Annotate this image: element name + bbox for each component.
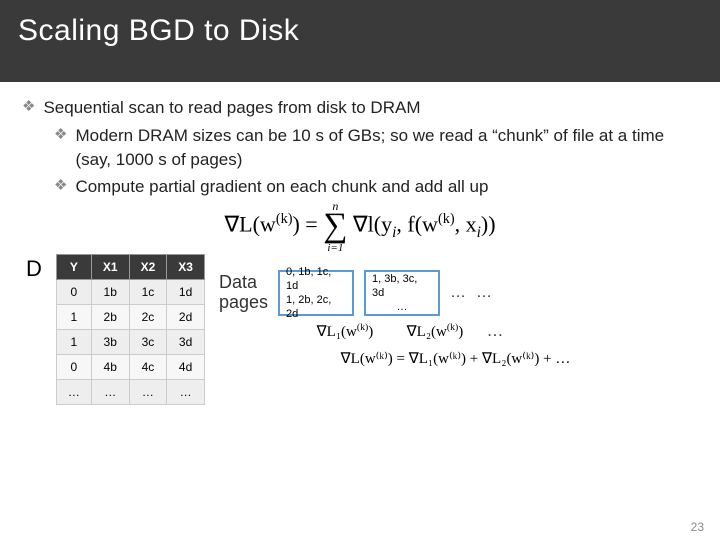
bullet-1b: ❖ Compute partial gradient on each chunk… bbox=[54, 175, 698, 199]
formula-rhs-c: , x bbox=[455, 212, 477, 237]
sum-lower: i=1 bbox=[327, 242, 343, 254]
data-pages-label: Data pages bbox=[219, 273, 268, 313]
table-body: 01b1c1d 12b2c2d 13b3c3d 04b4c4d ………… bbox=[56, 280, 204, 405]
page-box-1: 0, 1b, 1c, 1d 1, 2b, 2c, 2d bbox=[278, 270, 354, 316]
summation-icon: n ∑ i=1 bbox=[323, 211, 347, 242]
formula-lhs-sup: (k) bbox=[276, 211, 293, 227]
formula-rhs-a: ∇l(y bbox=[353, 212, 392, 237]
page2-line2: … bbox=[397, 300, 408, 314]
th-1: X1 bbox=[91, 255, 129, 280]
bullet-list: ❖ Sequential scan to read pages from dis… bbox=[22, 96, 698, 199]
th-0: Y bbox=[56, 255, 91, 280]
bullet-marker-icon: ❖ bbox=[54, 175, 67, 199]
lower-area: D Y X1 X2 X3 01b1c1d 12b2c2d 13b3c3d 04b… bbox=[22, 254, 698, 405]
ellipsis-3: … bbox=[487, 323, 503, 341]
grad-term-2: ∇L₂(w(k)) bbox=[397, 322, 473, 341]
main-formula: ∇L(w(k)) = n ∑ i=1 ∇l(yi, f(w(k), xi)) bbox=[22, 211, 698, 242]
grad-term-1: ∇L₁(w(k)) bbox=[307, 322, 383, 341]
bullet-1b-text: Compute partial gradient on each chunk a… bbox=[75, 175, 488, 199]
slide-title: Scaling BGD to Disk bbox=[18, 14, 702, 48]
bullet-1: ❖ Sequential scan to read pages from dis… bbox=[22, 96, 698, 120]
bullet-marker-icon: ❖ bbox=[22, 96, 35, 120]
table-row: 12b2c2d bbox=[56, 305, 204, 330]
bullet-1-text: Sequential scan to read pages from disk … bbox=[43, 96, 420, 120]
table-row: 01b1c1d bbox=[56, 280, 204, 305]
table-row: 04b4c4d bbox=[56, 355, 204, 380]
gradient-labels: ∇L₁(w(k)) ∇L₂(w(k)) … bbox=[307, 322, 686, 341]
bullet-1a-text: Modern DRAM sizes can be 10 s of GBs; so… bbox=[75, 124, 698, 172]
data-table: Y X1 X2 X3 01b1c1d 12b2c2d 13b3c3d 04b4c… bbox=[56, 254, 205, 405]
page-number: 23 bbox=[691, 520, 704, 534]
title-bar: Scaling BGD to Disk bbox=[0, 0, 720, 82]
page-box-2: 1, 3b, 3c, 3d … bbox=[364, 270, 440, 316]
bullet-marker-icon: ❖ bbox=[54, 124, 67, 172]
ellipsis-2: … bbox=[476, 284, 492, 302]
page1-line2: 1, 2b, 2c, 2d bbox=[286, 293, 346, 322]
table-row: 13b3c3d bbox=[56, 330, 204, 355]
bullet-1a: ❖ Modern DRAM sizes can be 10 s of GBs; … bbox=[54, 124, 698, 172]
formula-lhs: ∇L(w bbox=[224, 212, 275, 237]
table-row: ………… bbox=[56, 380, 204, 405]
pages-area: Data pages 0, 1b, 1c, 1d 1, 2b, 2c, 2d 1… bbox=[219, 270, 686, 368]
formula-rhs-sup: (k) bbox=[438, 211, 455, 227]
content-area: ❖ Sequential scan to read pages from dis… bbox=[0, 82, 720, 405]
formula-rhs-b: , f(w bbox=[396, 212, 438, 237]
page2-line1: 1, 3b, 3c, 3d bbox=[372, 272, 432, 301]
formula-rhs-d: )) bbox=[481, 212, 496, 237]
th-3: X3 bbox=[167, 255, 205, 280]
th-2: X2 bbox=[129, 255, 167, 280]
ellipsis-1: … bbox=[450, 284, 466, 302]
table-label: D bbox=[26, 256, 42, 282]
pages-row: Data pages 0, 1b, 1c, 1d 1, 2b, 2c, 2d 1… bbox=[219, 270, 686, 316]
sum-formula: ∇L(w⁽ᵏ⁾) = ∇L₁(w⁽ᵏ⁾) + ∇L₂(w⁽ᵏ⁾) + … bbox=[225, 349, 686, 368]
page1-line1: 0, 1b, 1c, 1d bbox=[286, 265, 346, 294]
sum-upper: n bbox=[332, 199, 338, 214]
table-header-row: Y X1 X2 X3 bbox=[56, 255, 204, 280]
formula-eq: ) = bbox=[292, 212, 323, 237]
